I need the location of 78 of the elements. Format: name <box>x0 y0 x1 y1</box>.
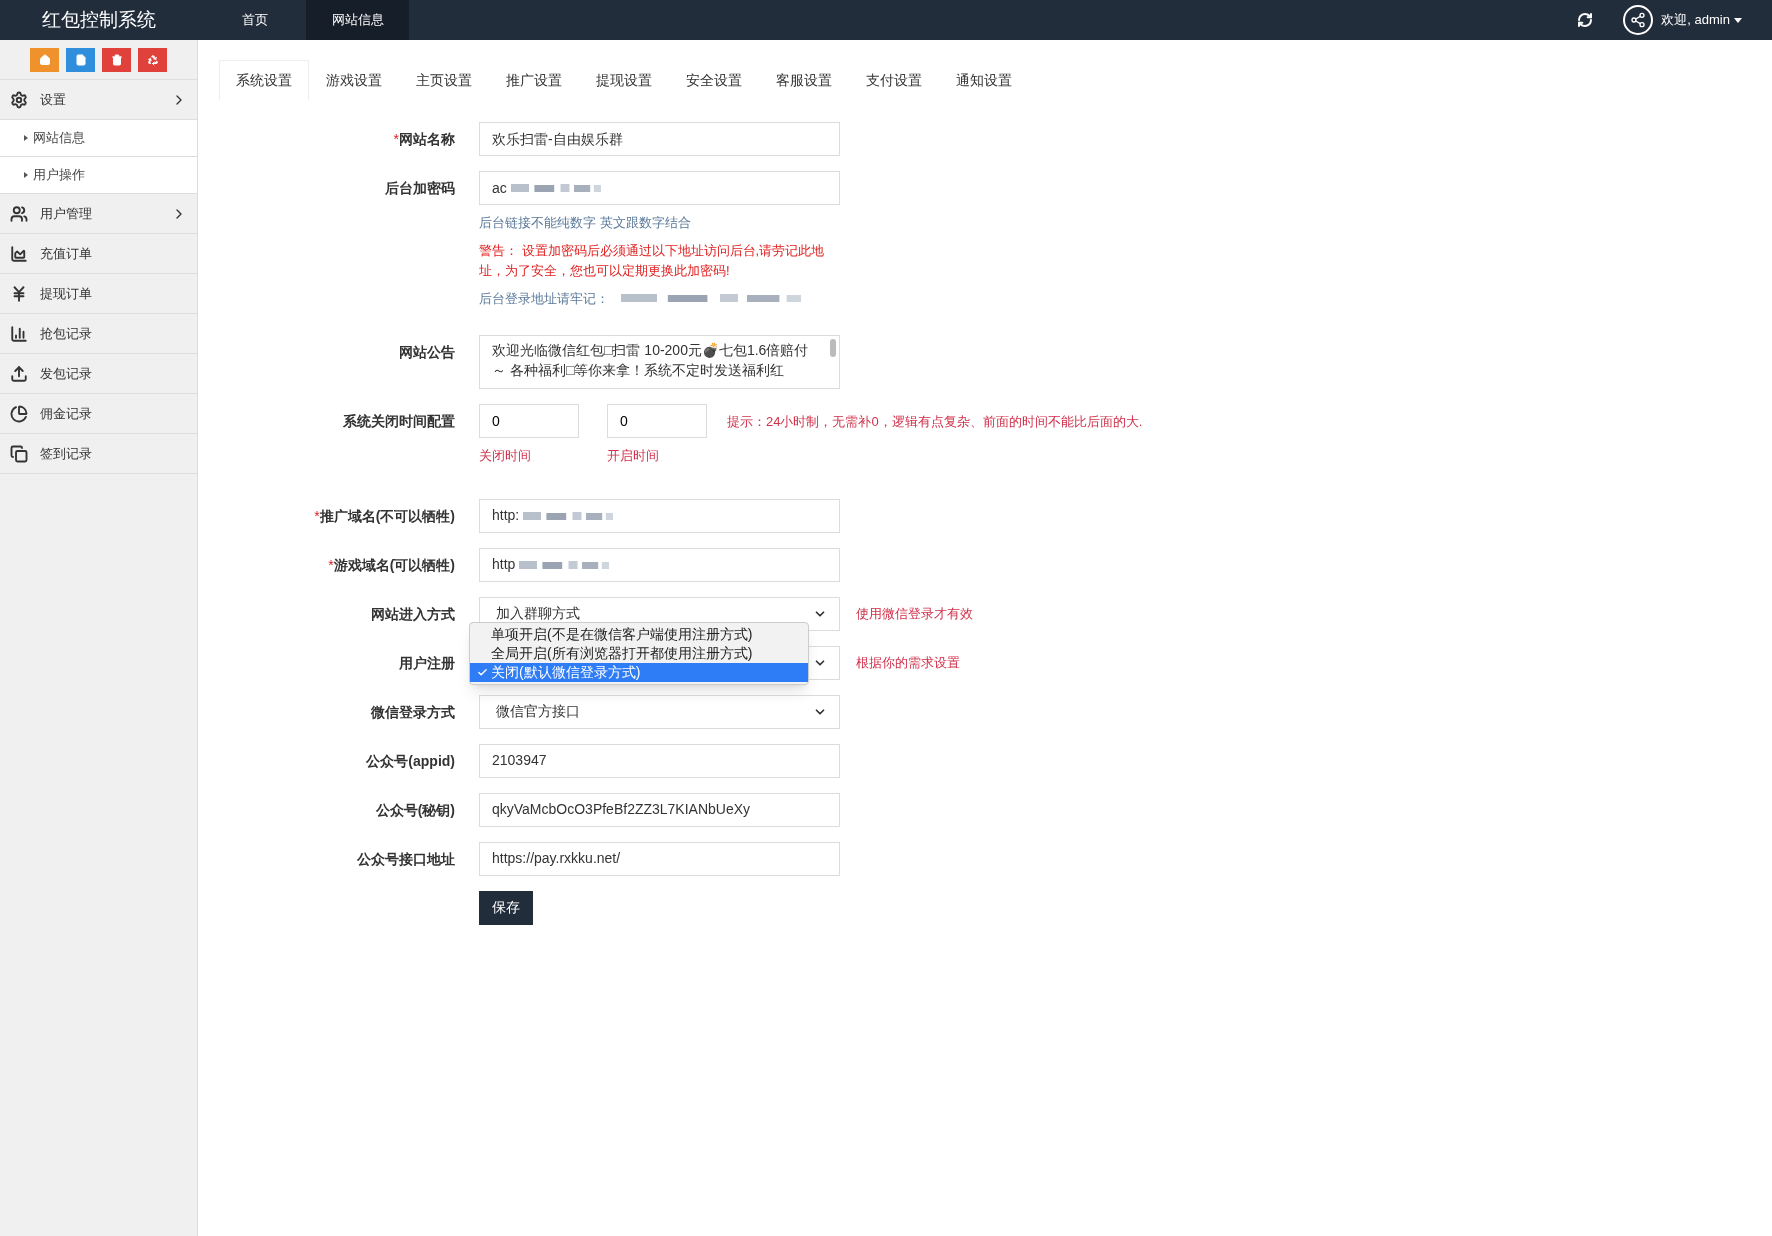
nav-tab[interactable]: 网站信息 <box>306 0 409 40</box>
bar-chart-icon <box>10 324 28 343</box>
sidebar-item[interactable]: 充值订单 <box>0 234 197 274</box>
settings-tab[interactable]: 主页设置 <box>399 60 489 100</box>
check-icon <box>476 666 488 678</box>
nav-tab[interactable]: 首页 <box>203 0 306 40</box>
settings-tab[interactable]: 系统设置 <box>219 60 309 100</box>
trash-icon <box>110 53 123 66</box>
field-caption: 关闭时间 <box>479 447 532 465</box>
required-mark: * <box>314 506 320 526</box>
text-field[interactable]: 2103947 <box>479 743 840 778</box>
warning-text: 警告： 设置加密码后必须通过以下地址访问后台,请劳记此地址，为了安全，您也可以定期更换此加密码! <box>479 241 826 280</box>
quick-button[interactable] <box>66 47 95 72</box>
settings-tab[interactable]: 支付设置 <box>849 60 939 100</box>
field-caption: 开启时间 <box>607 447 660 465</box>
windows-icon <box>10 444 28 463</box>
field-label: 游戏域名(可以牺牲) <box>333 555 455 575</box>
file-icon <box>74 53 87 66</box>
sidebar-item[interactable]: 发包记录 <box>0 354 197 394</box>
field-label: 公众号(秘钥) <box>375 800 455 820</box>
quick-button[interactable] <box>138 47 167 72</box>
sidebar-item[interactable]: 签到记录 <box>0 434 197 474</box>
select-field[interactable]: 微信官方接口 <box>479 694 840 729</box>
text-field[interactable]: 欢乐扫雷-自由娱乐群 <box>479 122 840 156</box>
avatar-icon[interactable] <box>1623 5 1654 35</box>
pie-chart-icon <box>10 404 28 423</box>
save-button[interactable]: 保存 <box>479 890 533 925</box>
hint-text: 后台链接不能纯数字 英文跟数字结合 <box>479 214 691 232</box>
app-title: 红包控制系统 <box>42 7 156 32</box>
submenu-item[interactable]: 网站信息 <box>0 120 197 157</box>
scrollbar-thumb[interactable] <box>830 339 836 357</box>
field-label: 系统关闭时间配置 <box>343 412 455 431</box>
area-chart-icon <box>10 244 28 263</box>
text-field[interactable]: ac <box>479 171 840 205</box>
time-field[interactable]: 0 <box>479 404 579 438</box>
field-label: 公众号接口地址 <box>357 849 455 869</box>
settings-tab[interactable]: 提现设置 <box>579 60 669 100</box>
field-label: 推广域名(不可以牺牲) <box>319 506 455 526</box>
required-mark: * <box>393 130 399 149</box>
settings-tab[interactable]: 通知设置 <box>939 60 1029 100</box>
tip-text: 使用微信登录才有效 <box>856 604 973 623</box>
submenu-item[interactable]: 用户操作 <box>0 157 197 194</box>
field-label: 微信登录方式 <box>371 702 455 722</box>
tip-text: 提示：24小时制，无需补0，逻辑有点复杂、前面的时间不能比后面的大. <box>727 413 1143 431</box>
tip-text: 根据你的需求设置 <box>856 653 960 672</box>
upload-icon <box>10 364 28 383</box>
user-menu[interactable]: 欢迎, admin <box>1661 10 1742 30</box>
sidebar-item[interactable]: 提现订单 <box>0 274 197 314</box>
text-field[interactable]: http: <box>479 498 840 533</box>
home-icon <box>38 53 51 66</box>
announcement-textarea[interactable]: 欢迎光临微信红包□扫雷 10-200元💣七包1.6倍赔付～ 各种福利□等你来拿！系统不定时发送福利红 <box>479 335 840 389</box>
field-label: 公众号(appid) <box>366 751 455 771</box>
field-label: 网站进入方式 <box>371 604 455 624</box>
settings-tab[interactable]: 推广设置 <box>489 60 579 100</box>
sidebar-item[interactable]: 佣金记录 <box>0 394 197 434</box>
dropdown-option[interactable]: 关闭(默认微信登录方式) <box>470 662 808 682</box>
sidebar-item[interactable]: 用户管理 <box>0 194 197 234</box>
quick-button[interactable] <box>102 47 131 72</box>
settings-tab[interactable]: 安全设置 <box>669 60 759 100</box>
recycle-icon <box>146 53 159 66</box>
settings-tab[interactable]: 游戏设置 <box>309 60 399 100</box>
settings-tab[interactable]: 客服设置 <box>759 60 849 100</box>
text-field[interactable]: qkyVaMcbOcO3PfeBf2ZZ3L7KIANbUeXy <box>479 792 840 827</box>
refresh-icon[interactable] <box>1577 12 1594 28</box>
dropdown-option[interactable]: 全局开启(所有浏览器打开都使用注册方式) <box>470 643 808 663</box>
hint-text: 后台登录地址请牢记： <box>479 289 609 308</box>
field-label: 用户注册 <box>399 653 455 673</box>
field-label: 网站名称 <box>399 130 455 149</box>
field-label: 网站公告 <box>399 343 455 362</box>
sidebar-item[interactable]: 抢包记录 <box>0 314 197 354</box>
text-field[interactable]: https://pay.rxkku.net/ <box>479 841 840 876</box>
settings-icon <box>10 90 28 109</box>
time-field[interactable]: 0 <box>607 404 707 438</box>
field-label: 后台加密码 <box>385 179 455 198</box>
users-icon <box>10 204 28 223</box>
quick-button[interactable] <box>30 47 59 72</box>
required-mark: * <box>328 555 334 575</box>
text-field[interactable]: http <box>479 547 840 582</box>
